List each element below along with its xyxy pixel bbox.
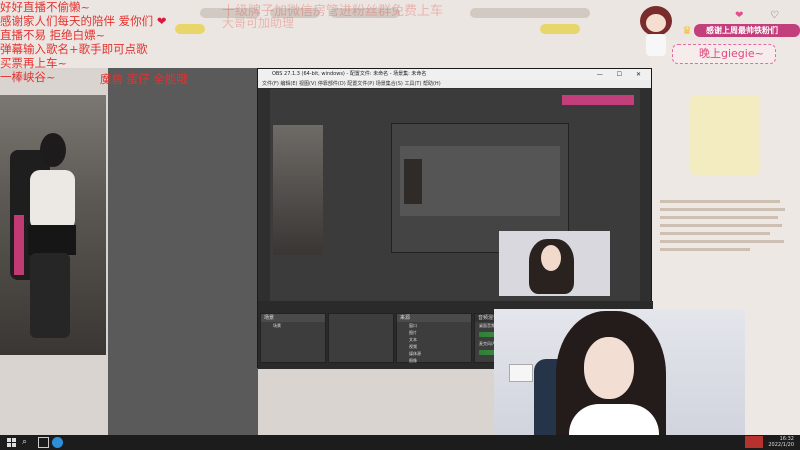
source-item[interactable]: 视频: [397, 343, 471, 350]
obs-menu-bar[interactable]: 文件(F) 编辑(E) 视图(V) 停靠部件(D) 配置文件(P) 场景集合(S…: [258, 80, 651, 88]
info-card: [690, 95, 760, 175]
text-line: [660, 240, 784, 243]
text-line: [660, 208, 785, 211]
sources-dock: 来源 窗口 图片 文本 视频 媒体源 图像: [396, 313, 472, 363]
overlay-line: 一棒峡谷~: [0, 70, 56, 84]
person-head: [40, 133, 66, 167]
task-view-icon[interactable]: [38, 437, 49, 448]
obs-title-bar[interactable]: OBS 27.1.3 (64-bit, windows) - 配置文件: 未命名…: [258, 69, 651, 80]
person-legs: [30, 253, 70, 338]
streamer-face: [584, 337, 634, 399]
source-item[interactable]: 窗口: [397, 322, 471, 329]
search-icon[interactable]: ⌕: [22, 437, 33, 448]
obs-title: OBS 27.1.3 (64-bit, windows) - 配置文件: 未命名…: [272, 71, 427, 77]
heart-outline-icon: ♡: [770, 10, 779, 21]
action-pill[interactable]: [540, 24, 580, 34]
overlay-line: 弹幕输入歌名+歌手即可点歌: [0, 42, 148, 56]
overlay-line: 买票再上车~: [0, 56, 68, 70]
overlay-line-text: 感谢家人们每天的陪伴 爱你们: [0, 14, 154, 28]
source-item[interactable]: 图片: [397, 329, 471, 336]
source-item[interactable]: 媒体源: [397, 350, 471, 357]
wall-frame: [509, 364, 533, 382]
nested-face: [541, 245, 561, 271]
person-shirt: [30, 170, 75, 230]
text-line: [660, 200, 780, 203]
sources-header: 来源: [397, 314, 471, 322]
text-line: [660, 232, 770, 235]
clock-date: 2022/1/20: [768, 442, 794, 448]
scene-item[interactable]: 场景: [261, 322, 325, 329]
overlay-line: 感谢家人们每天的陪伴 爱你们 ❤: [0, 14, 166, 28]
source-item[interactable]: 文本: [397, 336, 471, 343]
tray-app-icon[interactable]: [745, 436, 763, 448]
person-skirt: [28, 225, 76, 255]
stream-area: [108, 68, 258, 435]
screen: OBS 27.1.3 (64-bit, windows) - 配置文件: 未命名…: [0, 0, 800, 450]
overlay-line: 魔兽 蛋仔 全能哦: [100, 72, 188, 86]
webcam-feed: [494, 309, 745, 450]
faint-notice-line: 大哥可加助理: [222, 16, 295, 30]
greeting-box: 晚上giegie~: [672, 44, 776, 64]
crown-icon: ♛: [682, 24, 692, 37]
scenes-dock: 场景 场景: [260, 313, 326, 363]
red-heart-icon: ❤: [156, 14, 167, 28]
text-line: [660, 248, 750, 251]
nested-thanks-banner: [562, 95, 634, 105]
overlay-line: 好好直播不偷懒~: [0, 0, 91, 14]
system-tray-clock[interactable]: 16:32 2022/1/20: [768, 436, 794, 448]
nav-tab-pill[interactable]: [470, 8, 590, 18]
nested-webcam: [499, 231, 610, 296]
follow-pill[interactable]: [175, 24, 205, 34]
scenes-header: 场景: [261, 314, 325, 322]
edge-browser-icon[interactable]: [52, 437, 63, 448]
anime-avatar: [636, 4, 676, 60]
nested-left-photo: [273, 125, 323, 255]
chair-stripe: [14, 215, 24, 275]
nested-photo: [404, 159, 422, 204]
windows-start-icon[interactable]: [6, 437, 17, 448]
empty-dock: [328, 313, 394, 363]
text-line: [660, 216, 778, 219]
windows-taskbar: ⌕ 16:32 2022/1/20: [0, 435, 800, 450]
thanks-banner: 感谢上周最帅铁粉们: [694, 24, 800, 37]
avatar-face: [646, 14, 666, 32]
source-item[interactable]: 图像: [397, 357, 471, 364]
text-line: [660, 224, 782, 227]
left-photo: [0, 95, 106, 355]
nested-preview: [400, 146, 560, 216]
window-controls[interactable]: — ☐ ✕: [597, 69, 647, 80]
heart-icon: ❤: [735, 10, 744, 21]
avatar-body: [646, 34, 666, 56]
overlay-line: 直播不易 拒绝白嫖~: [0, 28, 106, 42]
